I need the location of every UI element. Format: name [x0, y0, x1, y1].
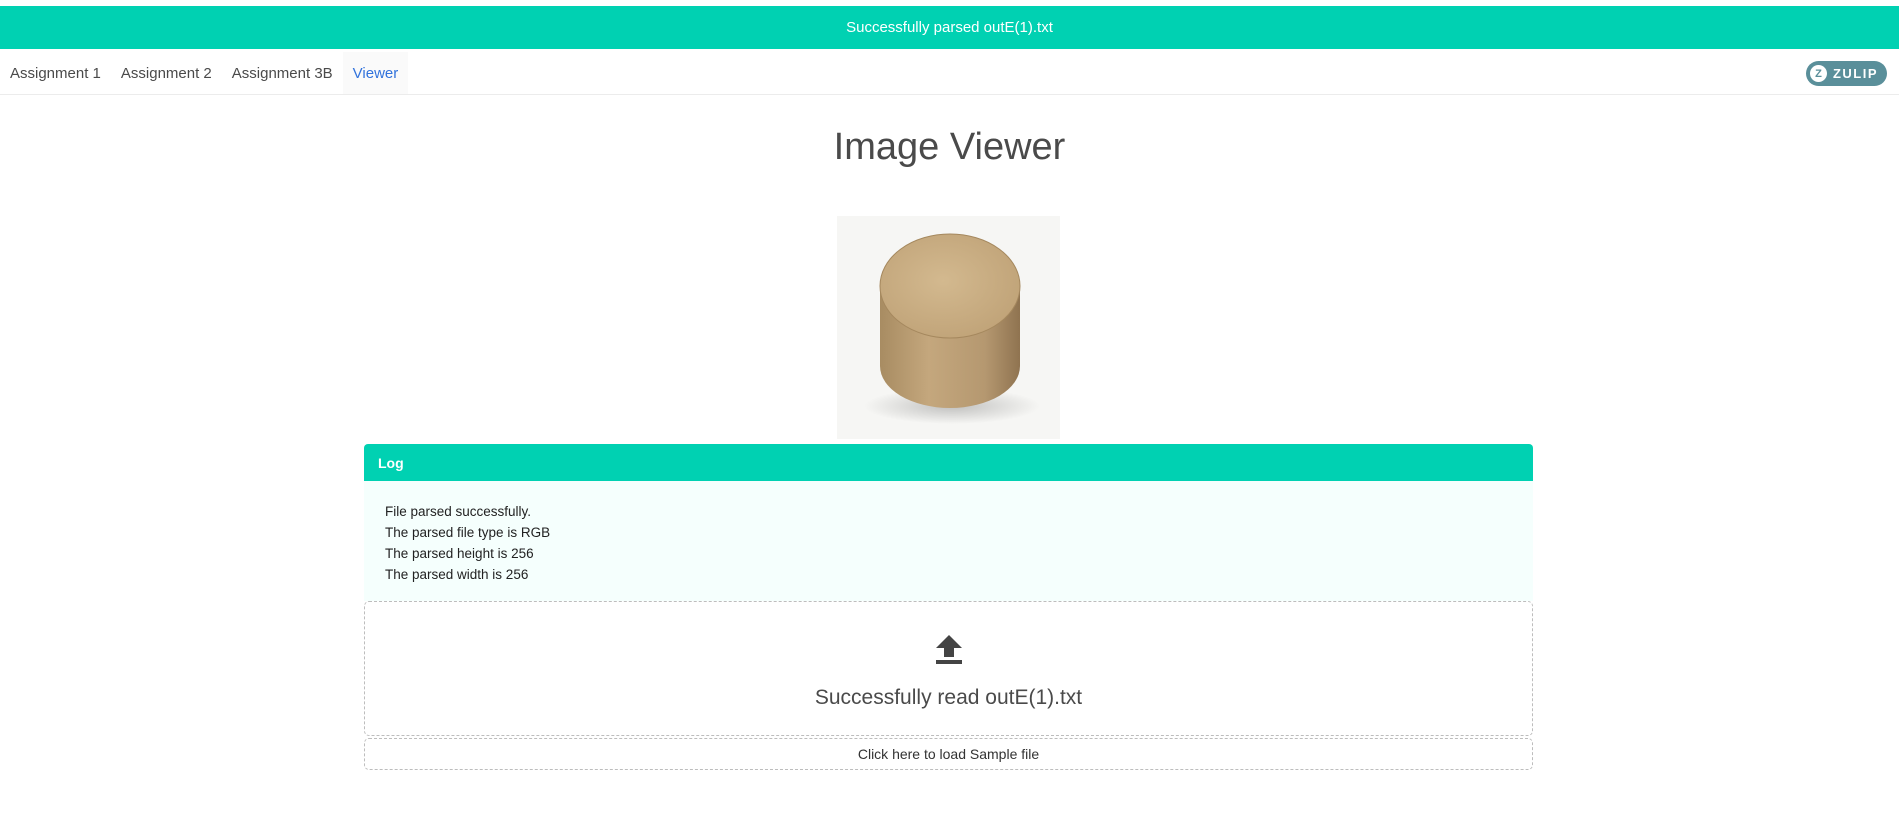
- toast-message: Successfully parsed outE(1).txt: [846, 19, 1053, 36]
- nav-tab-assignment-2[interactable]: Assignment 2: [111, 52, 222, 94]
- file-dropzone[interactable]: Successfully read outE(1).txt: [364, 601, 1533, 736]
- dropzone-message: Successfully read outE(1).txt: [814, 686, 1083, 709]
- viewer-image: [837, 216, 1060, 439]
- log-header: Log: [364, 444, 1533, 481]
- cardboard-box-image: [864, 233, 1040, 424]
- log-line: The parsed height is 256: [385, 546, 534, 561]
- load-sample-button[interactable]: Click here to load Sample file: [364, 738, 1533, 770]
- zulip-icon: Z: [1809, 65, 1827, 82]
- page-title: Image Viewer: [833, 126, 1066, 168]
- nav-tab-viewer[interactable]: Viewer: [342, 52, 409, 94]
- top-navbar: Assignment 1 Assignment 2 Assignment 3B …: [0, 52, 1899, 95]
- log-line: File parsed successfully.: [385, 504, 532, 519]
- nav-tab-assignment-1[interactable]: Assignment 1: [0, 52, 111, 94]
- log-panel: Log File parsed successfully. The parsed…: [364, 444, 1533, 601]
- log-body: File parsed successfully. The parsed fil…: [364, 481, 1533, 601]
- success-toast: Successfully parsed outE(1).txt: [0, 6, 1899, 49]
- zulip-badge[interactable]: Z ZULIP: [1805, 61, 1887, 86]
- upload-icon: [935, 633, 963, 670]
- log-line: The parsed file type is RGB: [385, 525, 551, 540]
- log-line: The parsed width is 256: [385, 567, 529, 582]
- nav-tab-assignment-3b[interactable]: Assignment 3B: [222, 52, 343, 94]
- zulip-label: ZULIP: [1832, 66, 1878, 81]
